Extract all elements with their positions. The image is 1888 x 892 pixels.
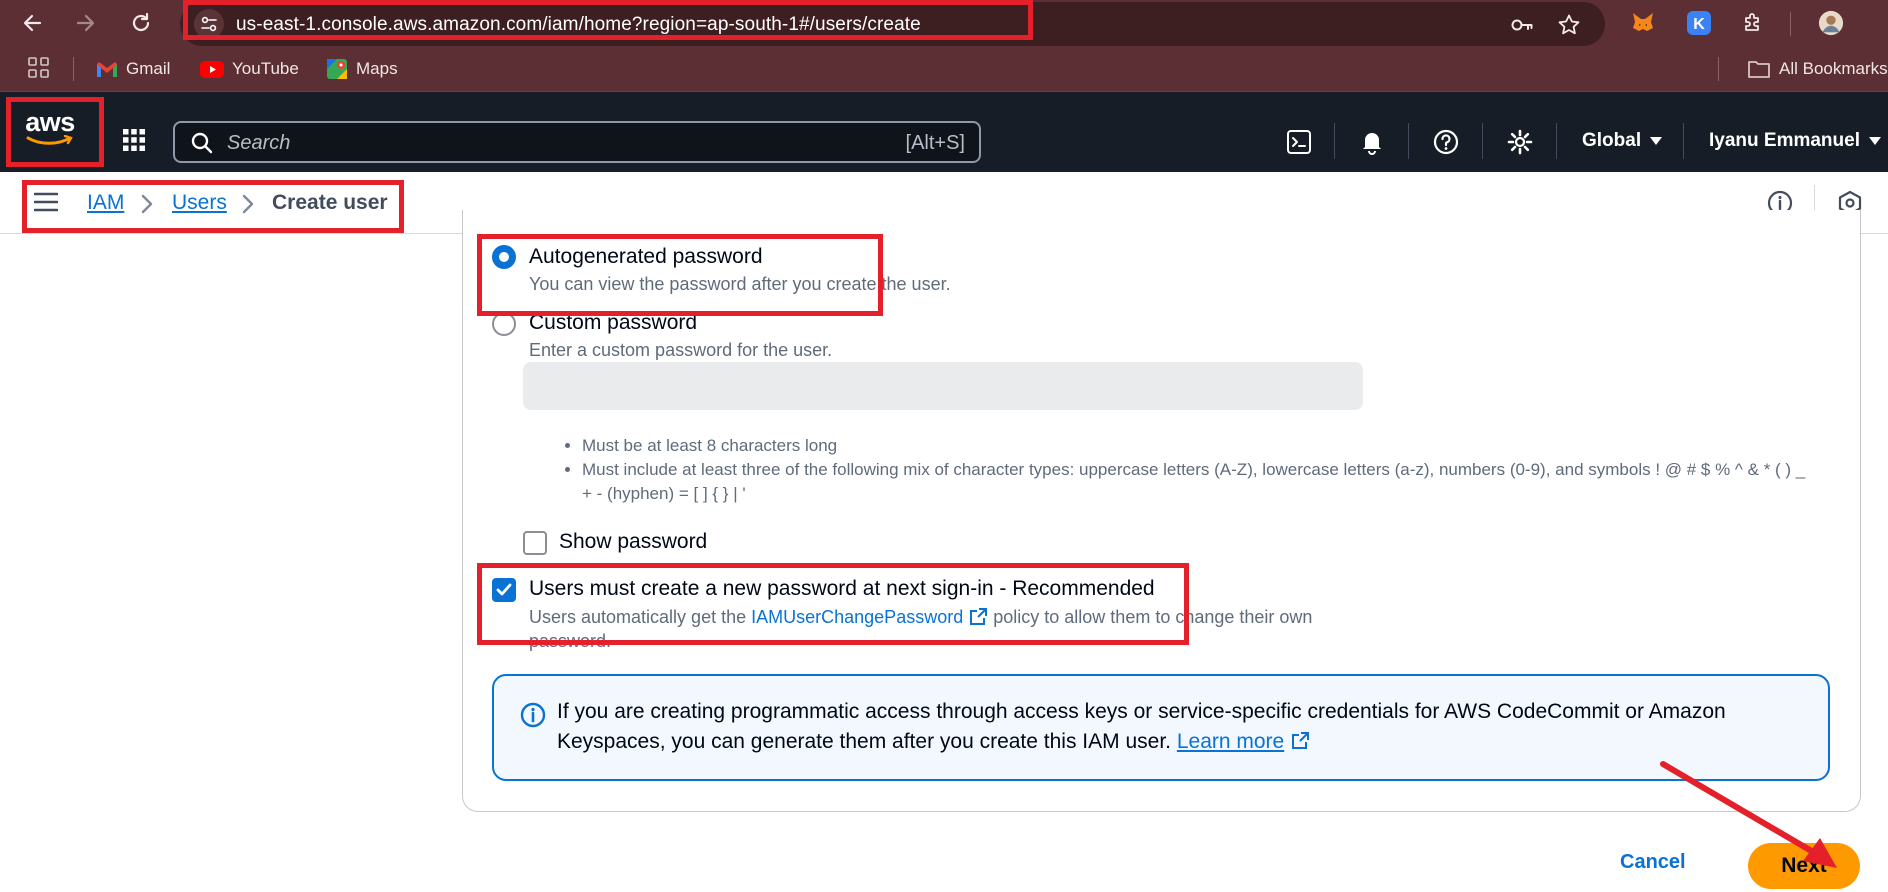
extensions-puzzle-icon[interactable]	[1740, 10, 1766, 36]
search-placeholder: Search	[227, 132, 291, 154]
apps-grid-icon[interactable]	[28, 57, 50, 79]
external-link-icon[interactable]	[968, 607, 988, 627]
aws-smile-icon	[26, 135, 73, 145]
address-bar[interactable]: us-east-1.console.aws.amazon.com/iam/hom…	[180, 2, 1605, 46]
chevron-right-icon	[140, 194, 154, 214]
bookmark-label: Gmail	[126, 59, 171, 78]
bookmarks-divider	[73, 57, 74, 81]
youtube-icon	[200, 60, 224, 78]
help-icon[interactable]	[1432, 128, 1460, 156]
password-requirements-list: Must be at least 8 characters long Must …	[560, 434, 1810, 506]
gmail-icon	[97, 61, 117, 77]
autogenerated-password-radio[interactable]	[492, 245, 516, 269]
require-reset-prefix: Users automatically get the	[529, 607, 747, 627]
custom-password-description: Enter a custom password for the user.	[529, 340, 833, 360]
bookmark-label: Maps	[356, 59, 398, 78]
site-info-icon[interactable]	[194, 9, 224, 39]
caret-down-icon	[1650, 137, 1663, 145]
folder-icon	[1748, 61, 1770, 78]
all-bookmarks[interactable]: All Bookmarks	[1747, 57, 1888, 81]
require-reset-checkbox[interactable]	[492, 578, 516, 602]
toolbar-divider	[1790, 12, 1791, 36]
k-extension-icon[interactable]: K	[1686, 10, 1712, 36]
bookmark-label: YouTube	[232, 59, 299, 78]
bookmark-gmail[interactable]: Gmail	[96, 57, 170, 81]
notifications-bell-icon[interactable]	[1358, 128, 1386, 156]
policy-link[interactable]: IAMUserChangePassword	[751, 607, 963, 627]
bookmark-youtube[interactable]: YouTube	[200, 57, 299, 81]
chevron-right-icon	[241, 194, 255, 214]
password-requirement: Must include at least three of the follo…	[582, 458, 1810, 506]
bookmark-star-icon[interactable]	[1557, 13, 1581, 37]
show-password-label[interactable]: Show password	[559, 530, 707, 554]
header-divider	[1408, 123, 1409, 159]
services-menu-icon[interactable]	[122, 128, 146, 152]
search-shortcut: [Alt+S]	[905, 132, 965, 154]
breadcrumb-create-user: Create user	[272, 191, 388, 214]
learn-more-link[interactable]: Learn more	[1177, 730, 1284, 753]
browser-toolbar: us-east-1.console.aws.amazon.com/iam/hom…	[0, 0, 1888, 47]
breadcrumb-users[interactable]: Users	[172, 191, 227, 215]
password-key-icon[interactable]	[1510, 13, 1534, 37]
forward-icon[interactable]	[72, 9, 100, 37]
breadcrumb-iam[interactable]: IAM	[87, 191, 124, 215]
info-alert: If you are creating programmatic access …	[492, 674, 1830, 781]
info-icon	[520, 702, 546, 728]
aws-logo-text: aws	[25, 107, 75, 137]
require-reset-label[interactable]: Users must create a new password at next…	[529, 577, 1155, 601]
bookmark-maps[interactable]: Maps	[326, 57, 398, 81]
header-divider	[1482, 123, 1483, 159]
region-label: Global	[1582, 130, 1642, 151]
region-selector[interactable]: Global	[1582, 130, 1663, 152]
autogenerated-password-label[interactable]: Autogenerated password	[529, 245, 763, 269]
header-divider	[1683, 123, 1684, 159]
aws-logo[interactable]: aws	[14, 102, 86, 154]
info-alert-message: If you are creating programmatic access …	[557, 700, 1726, 753]
search-icon	[191, 132, 213, 154]
svg-text:K: K	[1693, 16, 1705, 33]
show-password-checkbox[interactable]	[523, 531, 547, 555]
settings-gear-icon[interactable]	[1506, 128, 1534, 156]
custom-password-input[interactable]	[523, 362, 1363, 410]
url-text[interactable]: us-east-1.console.aws.amazon.com/iam/hom…	[236, 14, 921, 36]
account-label: Iyanu Emmanuel	[1709, 130, 1860, 151]
caret-down-icon	[1869, 137, 1881, 145]
annotation-arrow-icon	[1660, 761, 1837, 868]
custom-password-radio[interactable]	[492, 312, 516, 336]
all-bookmarks-label: All Bookmarks	[1779, 59, 1888, 78]
header-divider	[1334, 123, 1335, 159]
cloudshell-icon[interactable]	[1285, 128, 1313, 156]
maps-icon	[327, 59, 347, 79]
console-search-input[interactable]: Search [Alt+S]	[173, 121, 981, 163]
info-alert-text: If you are creating programmatic access …	[557, 697, 1797, 757]
account-menu[interactable]: Iyanu Emmanuel	[1709, 130, 1882, 152]
header-divider	[1556, 123, 1557, 159]
bookmarks-divider	[1718, 57, 1719, 81]
checkmark-icon	[496, 583, 512, 596]
password-requirement: Must be at least 8 characters long	[582, 434, 1810, 458]
hamburger-menu-icon[interactable]	[34, 192, 58, 212]
external-link-icon[interactable]	[1290, 731, 1310, 751]
metamask-extension-icon[interactable]	[1630, 10, 1656, 36]
bookmarks-bar: Gmail YouTube Maps All Bookmarks	[0, 47, 1888, 92]
custom-password-label[interactable]: Custom password	[529, 311, 697, 335]
autogenerated-password-description: You can view the password after you crea…	[529, 274, 951, 294]
reload-icon[interactable]	[127, 9, 155, 37]
back-icon[interactable]	[18, 9, 46, 37]
profile-avatar[interactable]	[1818, 10, 1844, 36]
require-reset-description: Users automatically get the IAMUserChang…	[529, 605, 1349, 653]
